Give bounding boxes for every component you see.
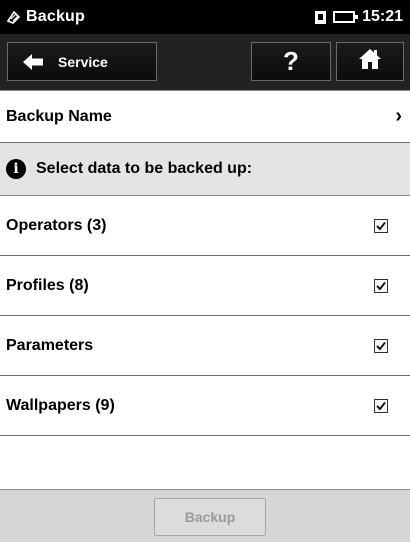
footer-bar: Backup <box>0 489 410 542</box>
help-button[interactable]: ? <box>251 42 331 81</box>
checkmark-icon <box>376 401 386 410</box>
battery-icon <box>333 11 359 23</box>
backup-button[interactable]: Backup <box>154 498 266 536</box>
backup-app-icon <box>6 9 22 25</box>
toolbar: Service ? <box>0 34 410 90</box>
back-button[interactable]: Service <box>7 42 157 81</box>
list-item-parameters[interactable]: Parameters <box>0 316 410 376</box>
list-item-wallpapers[interactable]: Wallpapers (9) <box>0 376 410 436</box>
backup-name-row[interactable]: Backup Name › <box>0 90 410 143</box>
item-label: Parameters <box>6 336 94 354</box>
status-bar: Backup 15:21 <box>0 0 410 34</box>
select-data-header: i Select data to be backed up: <box>0 143 410 196</box>
home-button[interactable] <box>336 42 404 81</box>
profiles-checkbox[interactable] <box>374 278 388 293</box>
status-time: 15:21 <box>362 8 403 25</box>
help-button-label: ? <box>283 46 299 76</box>
parameters-checkbox[interactable] <box>374 338 388 353</box>
select-data-label: Select data to be backed up: <box>36 160 253 177</box>
list-item-operators[interactable]: Operators (3) <box>0 196 410 256</box>
status-indicators: 15:21 <box>315 8 403 26</box>
arrow-left-icon <box>22 53 44 71</box>
chevron-right-icon: › <box>395 105 402 127</box>
item-label: Profiles (8) <box>6 276 89 294</box>
status-title: Backup <box>26 8 85 25</box>
checkmark-icon <box>376 341 386 350</box>
sd-card-icon <box>315 10 327 24</box>
operators-checkbox[interactable] <box>374 218 388 233</box>
checkmark-icon <box>376 281 386 290</box>
backup-name-label: Backup Name <box>6 107 112 125</box>
list-item-profiles[interactable]: Profiles (8) <box>0 256 410 316</box>
item-label: Operators (3) <box>6 216 107 234</box>
item-label: Wallpapers (9) <box>6 396 115 414</box>
checkmark-icon <box>376 221 386 230</box>
home-icon <box>358 48 382 75</box>
wallpapers-checkbox[interactable] <box>374 398 388 413</box>
backup-screen: Backup 15:21 Service ? Backup Name › i S… <box>0 0 410 542</box>
info-icon: i <box>6 159 26 179</box>
back-button-label: Service <box>58 53 108 70</box>
